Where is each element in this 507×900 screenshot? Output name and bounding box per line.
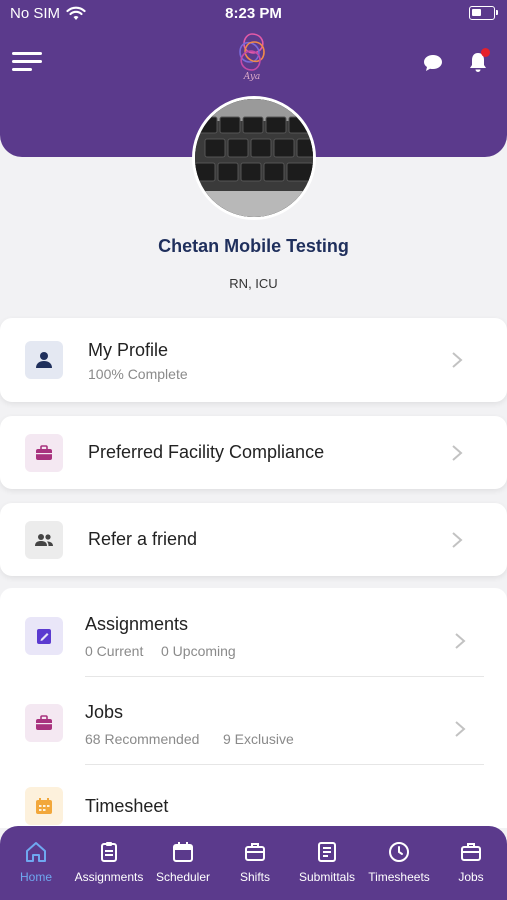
tab-shifts[interactable]: Shifts — [229, 826, 281, 900]
chevron-right-icon — [452, 445, 463, 461]
chevron-right-icon — [452, 352, 463, 368]
assignments-item[interactable]: Assignments 0 Current 0 Upcoming — [0, 588, 507, 676]
chat-icon[interactable] — [422, 52, 444, 74]
timesheet-title: Timesheet — [85, 796, 169, 816]
tab-submittals[interactable]: Submittals — [295, 826, 359, 900]
person-icon — [25, 341, 63, 379]
status-time: 8:23 PM — [225, 5, 282, 22]
assignments-upcoming: 0 Upcoming — [161, 643, 236, 659]
jobs-title: Jobs — [85, 702, 124, 722]
clock-icon — [389, 842, 409, 862]
tab-label: Home — [19, 870, 52, 884]
tab-assignments[interactable]: Assignments — [72, 826, 146, 900]
home-icon — [26, 842, 46, 862]
logo-text: Aya — [243, 72, 261, 82]
tab-jobs[interactable]: Jobs — [446, 826, 496, 900]
refer-a-friend-title: Refer a friend — [88, 529, 198, 549]
tab-label: Shifts — [239, 870, 270, 884]
tab-scheduler[interactable]: Scheduler — [152, 826, 214, 900]
my-profile-subtitle: 100% Complete — [88, 366, 188, 382]
my-profile-card[interactable]: My Profile 100% Complete — [0, 318, 507, 402]
tab-label: Timesheets — [368, 870, 430, 884]
assignments-current: 0 Current — [85, 643, 144, 659]
tab-home[interactable]: Home — [10, 826, 62, 900]
preferred-facility-compliance-card[interactable]: Preferred Facility Compliance — [0, 416, 507, 489]
chevron-right-icon — [452, 532, 463, 548]
preferred-facility-compliance-title: Preferred Facility Compliance — [88, 442, 325, 462]
my-profile-title: My Profile — [88, 340, 169, 360]
document-icon — [318, 842, 336, 862]
dashboard-list: Assignments 0 Current 0 Upcoming Jobs 68… — [0, 588, 507, 828]
chevron-right-icon — [455, 633, 466, 649]
chevron-right-icon — [455, 721, 466, 737]
avatar[interactable] — [192, 96, 316, 220]
jobs-item[interactable]: Jobs 68 Recommended 9 Exclusive — [0, 677, 507, 765]
tab-label: Submittals — [298, 870, 356, 884]
tab-label: Assignments — [74, 870, 144, 884]
tab-bar: Home Assignments Scheduler Shifts Submit… — [0, 826, 507, 900]
clipboard-icon — [101, 842, 117, 862]
jobs-exclusive: 9 Exclusive — [223, 731, 294, 747]
status-bar: No SIM 8:23 PM — [0, 0, 507, 28]
assignments-title: Assignments — [85, 614, 189, 634]
people-icon — [25, 521, 63, 559]
briefcase-icon — [245, 843, 265, 861]
calendar-icon — [25, 787, 63, 825]
briefcase-icon — [25, 704, 63, 742]
notification-badge — [481, 48, 490, 57]
clipboard-icon — [25, 617, 63, 655]
tab-timesheets[interactable]: Timesheets — [364, 826, 434, 900]
jobs-recommended: 68 Recommended — [85, 731, 200, 747]
profile-name: Chetan Mobile Testing — [158, 236, 349, 256]
brand-logo: Aya — [216, 30, 288, 86]
menu-icon[interactable] — [12, 52, 42, 74]
refer-a-friend-card[interactable]: Refer a friend — [0, 503, 507, 576]
tab-label: Jobs — [458, 870, 484, 884]
profile-role: RN, ICU — [229, 276, 278, 291]
calendar-icon — [173, 842, 193, 862]
briefcase-icon — [25, 434, 63, 472]
battery-icon — [469, 6, 498, 20]
briefcase-icon — [461, 843, 481, 861]
tab-label: Scheduler — [155, 870, 211, 884]
timesheet-item[interactable]: Timesheet — [0, 765, 507, 828]
